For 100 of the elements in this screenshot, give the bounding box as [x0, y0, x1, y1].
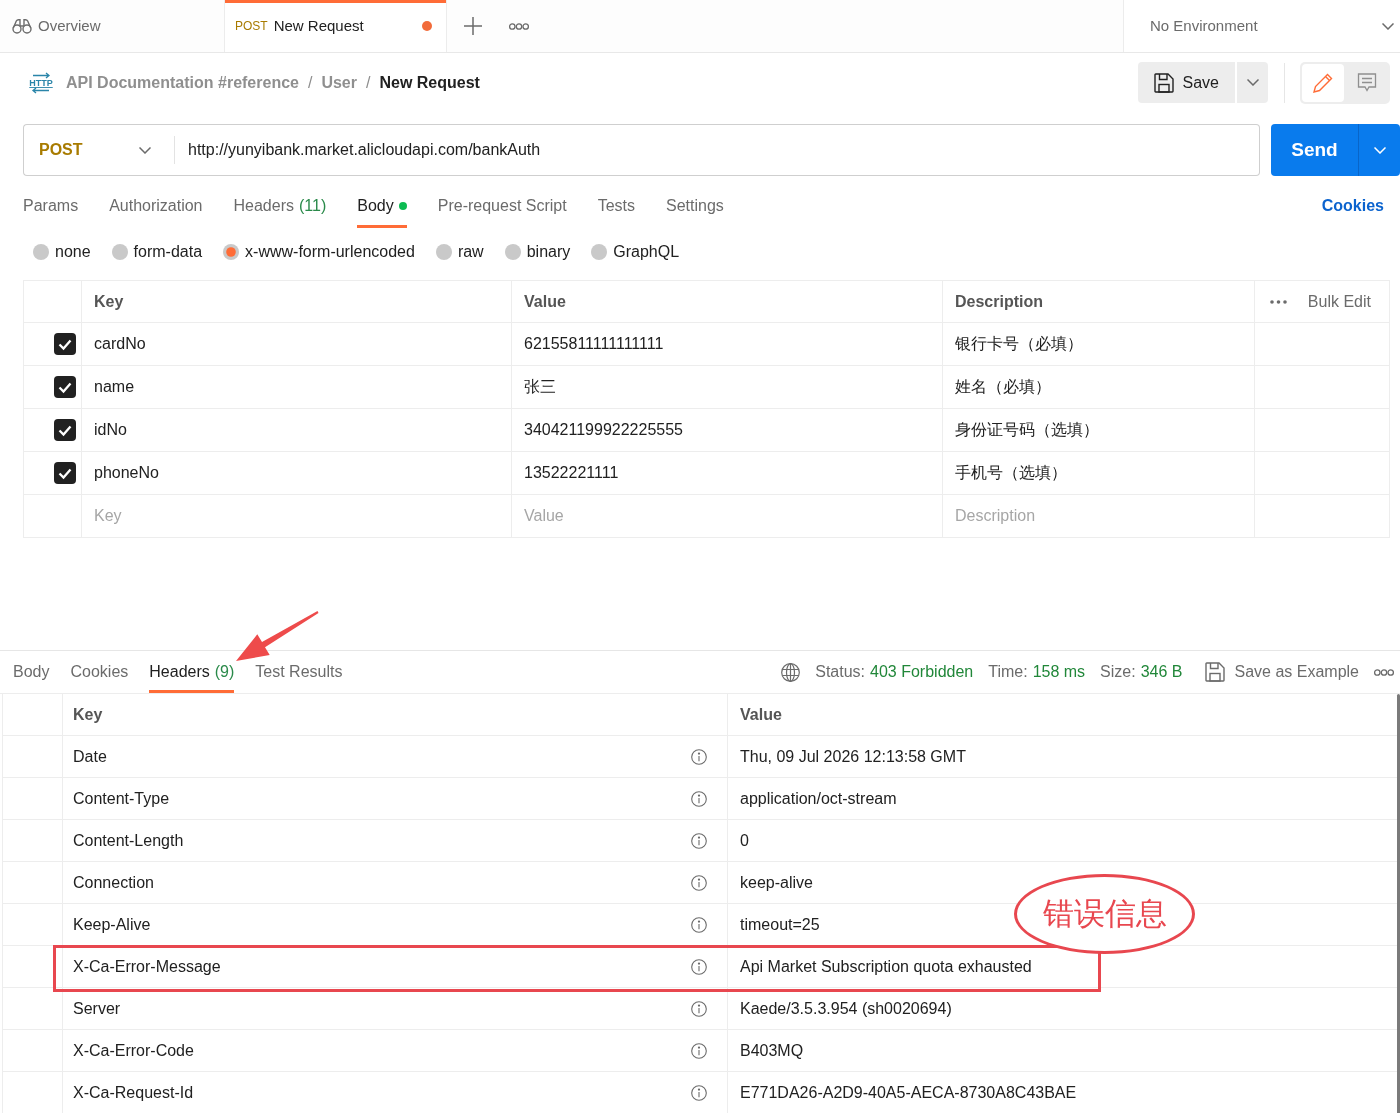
tab[interactable]: Body: [357, 176, 407, 228]
info-icon: [691, 748, 707, 765]
tab[interactable]: Headers (11): [233, 176, 327, 228]
checkbox[interactable]: [54, 376, 76, 398]
tab[interactable]: Pre-request Script: [437, 176, 567, 228]
column-header: Description: [955, 291, 1043, 312]
value-input-field[interactable]: Value: [524, 504, 930, 528]
time-value: 158 ms: [1032, 662, 1086, 682]
save-button[interactable]: Save: [1137, 62, 1235, 103]
radio-icon[interactable]: [504, 244, 521, 260]
status-label: Status:: [815, 662, 866, 682]
radio-icon[interactable]: [591, 244, 608, 260]
header-value: timeout=25: [740, 914, 820, 935]
breadcrumb-separator: /: [366, 72, 371, 93]
radio-label[interactable]: binary: [526, 240, 571, 264]
cookies-link[interactable]: Cookies: [1321, 176, 1384, 228]
param-description[interactable]: 手机号（选填）: [955, 461, 1067, 485]
tab[interactable]: Cookies: [70, 651, 129, 693]
radio-label[interactable]: form-data: [133, 240, 203, 264]
more-options-icon[interactable]: [1270, 299, 1287, 304]
tab[interactable]: Headers (9): [149, 651, 235, 693]
comment-icon: [1357, 73, 1377, 92]
chevron-down-icon: [1246, 79, 1259, 86]
header-key: Connection: [73, 870, 154, 895]
radio-label[interactable]: none: [55, 240, 91, 264]
radio-label[interactable]: raw: [457, 240, 484, 264]
param-value[interactable]: 62155811111111111: [524, 332, 664, 356]
param-key[interactable]: idNo: [94, 418, 127, 442]
header-key: X-Ca-Error-Message: [73, 954, 221, 979]
info-icon: [691, 832, 707, 849]
param-key[interactable]: phoneNo: [94, 461, 159, 485]
checkbox[interactable]: [54, 419, 76, 441]
param-description[interactable]: 身份证号码（选填）: [955, 418, 1099, 442]
tab[interactable]: Tests: [597, 176, 635, 228]
param-key[interactable]: cardNo: [94, 332, 146, 356]
param-description[interactable]: 银行卡号（必填）: [955, 332, 1083, 356]
header-value: Kaede/3.5.3.954 (sh0020694): [740, 998, 952, 1019]
size-value: 346 B: [1140, 662, 1183, 682]
header-value: Thu, 09 Jul 2026 12:13:58 GMT: [740, 746, 966, 767]
header-value: E771DA26-A2D9-40A5-AECA-8730A8C43BAE: [740, 1082, 1077, 1103]
save-options-button[interactable]: [1237, 62, 1268, 103]
tab[interactable]: Body: [13, 651, 50, 693]
chevron-down-icon: [1373, 146, 1386, 154]
column-header: Key: [94, 291, 124, 312]
header-key: X-Ca-Request-Id: [73, 1080, 194, 1105]
status-value: 403 Forbidden: [870, 662, 974, 682]
tab[interactable]: Settings: [666, 176, 724, 228]
radio-icon[interactable]: [33, 244, 49, 260]
radio-label[interactable]: x-www-form-urlencoded: [245, 240, 415, 264]
param-value[interactable]: 340421199922225555: [524, 418, 683, 442]
key-input-field[interactable]: Key: [94, 504, 499, 528]
info-icon: [691, 1042, 707, 1059]
radio-icon[interactable]: [111, 244, 128, 260]
param-description[interactable]: 姓名（必填）: [955, 375, 1051, 399]
radio-icon[interactable]: [223, 244, 240, 260]
header-value: Api Market Subscription quota exhausted: [740, 956, 1032, 977]
column-header: Value: [524, 291, 566, 312]
description-input-field[interactable]: Description: [955, 504, 1242, 528]
pencil-icon: [1313, 72, 1333, 93]
header-value: B403MQ: [740, 1040, 804, 1061]
header-key: Server: [73, 996, 121, 1021]
save-example-button[interactable]: Save as Example: [1205, 660, 1359, 684]
header-key: Date: [73, 744, 107, 769]
checkbox[interactable]: [54, 333, 76, 355]
plus-icon[interactable]: [464, 17, 482, 35]
info-icon: [691, 916, 707, 933]
tab[interactable]: Params: [23, 176, 79, 228]
tab[interactable]: Authorization: [109, 176, 203, 228]
column-header: Key: [73, 704, 103, 725]
edit-button[interactable]: [1302, 63, 1344, 102]
bulk-edit-link[interactable]: Bulk Edit: [1307, 289, 1371, 314]
info-icon: [691, 790, 707, 807]
globe-icon[interactable]: [781, 662, 801, 682]
size-label: Size:: [1100, 662, 1136, 682]
more-options-icon[interactable]: [1374, 668, 1394, 676]
send-button[interactable]: Send: [1271, 124, 1358, 176]
scrollbar-thumb[interactable]: [1397, 694, 1400, 1113]
tab[interactable]: Test Results: [255, 651, 343, 693]
breadcrumb-separator: /: [307, 72, 313, 93]
radio-icon[interactable]: [435, 244, 452, 260]
tab[interactable]: POST New Request: [225, 0, 447, 52]
more-options-icon[interactable]: [509, 22, 529, 30]
param-key[interactable]: name: [94, 375, 135, 399]
annotation-callout: 错误信息: [1014, 874, 1195, 954]
checkbox[interactable]: [54, 462, 76, 484]
header-key: X-Ca-Error-Code: [73, 1038, 194, 1063]
param-value[interactable]: 13522221111: [524, 461, 619, 485]
header-value: 0: [740, 830, 749, 851]
save-icon: [1153, 72, 1174, 93]
send-options-button[interactable]: [1358, 124, 1400, 176]
header-key: Content-Type: [73, 786, 170, 811]
header-value: application/oct-stream: [740, 788, 897, 809]
info-icon: [691, 958, 707, 975]
info-icon: [691, 874, 707, 891]
chevron-down-icon: [1382, 22, 1394, 30]
param-value[interactable]: 张三: [524, 375, 556, 399]
header-key: Content-Length: [73, 828, 184, 853]
radio-label[interactable]: GraphQL: [613, 240, 680, 264]
column-header: Value: [740, 704, 782, 725]
header-key: Keep-Alive: [73, 912, 151, 937]
